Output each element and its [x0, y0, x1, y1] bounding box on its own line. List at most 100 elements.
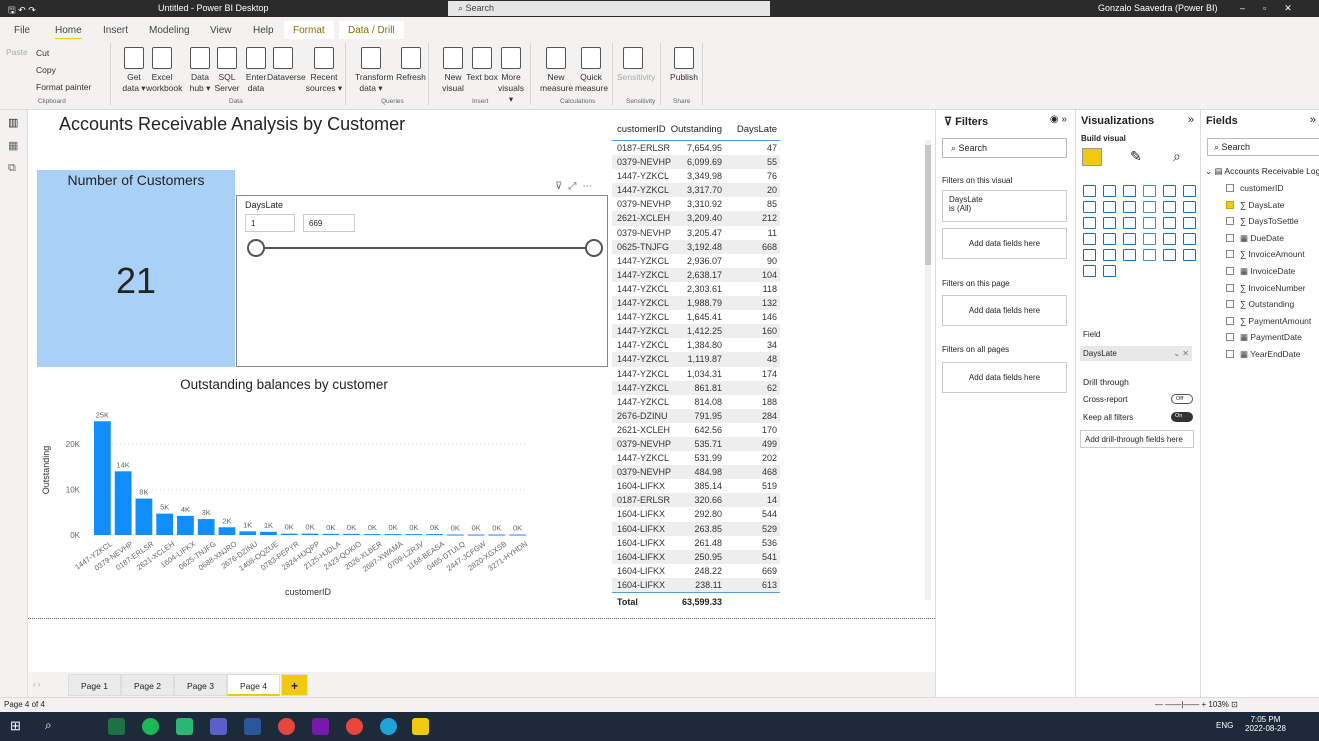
format-painter-button[interactable]: Format painter [36, 82, 91, 93]
field-checkbox[interactable] [1226, 316, 1234, 325]
field-item[interactable]: ▦ DueDate [1226, 233, 1284, 244]
visual-type-icon[interactable] [1143, 217, 1156, 229]
tab-view[interactable]: View [210, 25, 232, 36]
field-item[interactable]: ∑ DaysLate [1226, 200, 1284, 210]
visual-type-icon[interactable] [1183, 217, 1196, 229]
dayslate-filter-card[interactable]: DaysLate is (All) [942, 190, 1067, 222]
bar[interactable] [363, 534, 381, 536]
fields-search-input[interactable]: ⌕ Search [1207, 138, 1319, 156]
add-page-button[interactable]: + [281, 674, 309, 696]
onenote-icon[interactable] [312, 718, 329, 735]
dayslate-slicer[interactable]: DaysLate 1 669 [236, 195, 608, 367]
bar[interactable] [384, 534, 402, 536]
chrome-icon-2[interactable] [346, 718, 363, 735]
tab-file[interactable]: File [14, 25, 30, 36]
bar[interactable] [426, 534, 443, 536]
word-icon[interactable] [244, 718, 261, 735]
table-row[interactable]: 1447-YZKCL 2,936.07 90 [612, 254, 780, 268]
calculations-button-1[interactable]: Quick measure [575, 47, 608, 94]
bar[interactable] [301, 533, 319, 535]
bar[interactable] [218, 527, 236, 535]
zoom-slider[interactable]: — ——|—— + 103% ⊡ [1155, 700, 1238, 709]
page-tab[interactable]: Page 2 [121, 674, 174, 696]
data-view-icon[interactable]: ▦ [8, 139, 19, 152]
visual-type-icon[interactable] [1103, 265, 1116, 277]
bar[interactable] [446, 534, 464, 536]
add-fields-visual[interactable]: Add data fields here [942, 228, 1067, 259]
teams-icon[interactable] [210, 718, 227, 735]
tab-modeling[interactable]: Modeling [149, 25, 190, 36]
filters-search-input[interactable]: ⌕ Search [942, 138, 1067, 158]
table-row[interactable]: 1604-LIFKX 385.14 519 [612, 479, 780, 493]
insert-button-0[interactable]: New visual [437, 47, 469, 94]
field-checkbox[interactable] [1226, 300, 1234, 309]
table-row[interactable]: 2676-DZINU 791.95 284 [612, 408, 780, 423]
table-node[interactable]: ⌄ ▤ Accounts Receivable Log [1205, 166, 1319, 177]
page-tab[interactable]: Page 4 [227, 674, 280, 696]
visual-type-icon[interactable] [1103, 201, 1116, 213]
bar[interactable] [239, 531, 257, 535]
visual-type-icon[interactable] [1123, 185, 1136, 197]
edge-icon[interactable] [380, 718, 397, 735]
field-checkbox[interactable] [1226, 184, 1234, 192]
field-item[interactable]: customerID [1226, 183, 1283, 193]
bar[interactable] [177, 515, 194, 535]
table-row[interactable]: 1604-LIFKX 292.80 544 [612, 507, 780, 521]
page-nav-arrows[interactable]: ‹ › [33, 680, 41, 689]
slider-min-handle[interactable] [247, 239, 265, 257]
bar[interactable] [405, 534, 423, 536]
bar[interactable] [280, 533, 298, 535]
table-row[interactable]: 1447-YZKCL 3,349.98 76 [612, 169, 780, 183]
bar[interactable] [509, 534, 526, 536]
table-row[interactable]: 0379-NEVHP 535.71 499 [612, 436, 780, 452]
visual-type-icon[interactable] [1163, 201, 1176, 213]
table-row[interactable]: 1447-YZKCL 531.99 202 [612, 451, 780, 465]
collapse-fields-icon[interactable]: » [1310, 114, 1316, 126]
queries-button-1[interactable]: Refresh [395, 47, 427, 83]
windows-start-icon[interactable]: ⊞ [10, 718, 21, 734]
bar[interactable] [197, 519, 215, 535]
report-view-icon[interactable]: ▥ [8, 116, 19, 129]
spotify-icon[interactable] [142, 718, 159, 735]
table-row[interactable]: 1604-LIFKX 263.85 529 [612, 521, 780, 536]
visual-header-icons[interactable]: ⊽⤢⋯ [555, 181, 598, 192]
chrome-icon[interactable] [278, 718, 295, 735]
bar[interactable] [467, 534, 485, 536]
field-item[interactable]: ∑ InvoiceNumber [1226, 283, 1306, 293]
bar[interactable] [322, 533, 340, 535]
table-row[interactable]: 0187-ERLSR 320.66 14 [612, 493, 780, 508]
visual-type-icon[interactable] [1103, 217, 1116, 229]
visual-type-icon[interactable] [1083, 249, 1096, 261]
table-row[interactable]: 1604-LIFKX 248.22 669 [612, 564, 780, 578]
sensitivity-button-0[interactable]: Sensitivity [617, 47, 655, 83]
build-visual-icon[interactable] [1082, 148, 1102, 166]
visual-type-icon[interactable] [1083, 233, 1096, 245]
bar[interactable] [343, 533, 360, 535]
visual-type-icon[interactable] [1163, 249, 1176, 261]
outstanding-bar-chart[interactable]: 0K10K20KOutstanding25K1447-YZKCL14K0379-… [28, 395, 538, 605]
bar[interactable] [135, 498, 153, 535]
table-row[interactable]: 2621-XCLEH 3,209.40 212 [612, 211, 780, 226]
insert-button-1[interactable]: Text box [466, 47, 498, 83]
visual-type-icon[interactable] [1143, 185, 1156, 197]
field-item[interactable]: ∑ DaysToSettle [1226, 216, 1299, 226]
visual-type-icon[interactable] [1123, 201, 1136, 213]
tab-home[interactable]: Home [55, 25, 82, 40]
visual-type-icon[interactable] [1083, 185, 1096, 197]
table-row[interactable]: 0379-NEVHP 3,205.47 11 [612, 226, 780, 240]
table-row[interactable]: 1447-YZKCL 861.81 62 [612, 380, 780, 395]
page-tab[interactable]: Page 3 [174, 674, 227, 696]
field-well-dayslate[interactable]: DaysLate ⌄ ✕ [1080, 346, 1192, 361]
add-drill-through-fields[interactable]: Add drill-through fields here [1080, 430, 1194, 448]
queries-button-0[interactable]: Transform data ▾ [355, 47, 393, 94]
excel-icon[interactable] [108, 718, 125, 735]
visual-type-icon[interactable] [1163, 217, 1176, 229]
language-indicator[interactable]: ENG [1216, 721, 1233, 730]
visual-type-icon[interactable] [1183, 201, 1196, 213]
table-row[interactable]: 1604-LIFKX 238.11 613 [612, 577, 780, 592]
cross-report-toggle[interactable]: Off [1171, 394, 1193, 404]
table-row[interactable]: 1447-YZKCL 1,119.87 48 [612, 352, 780, 367]
tab-datadrill[interactable]: Data / Drill [339, 21, 404, 40]
visual-type-icon[interactable] [1183, 233, 1196, 245]
search-input[interactable]: ⌕ Search [448, 1, 770, 16]
